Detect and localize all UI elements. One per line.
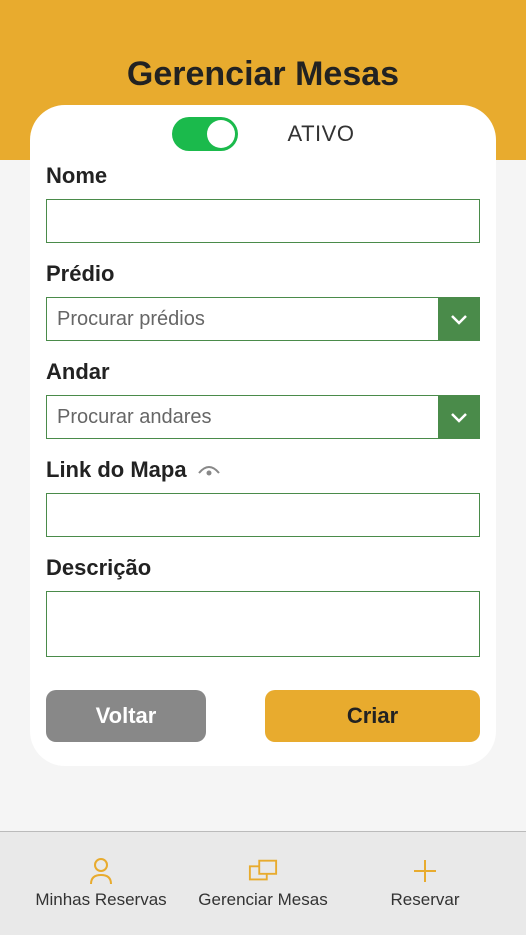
- descricao-label: Descrição: [46, 555, 480, 581]
- toggle-knob: [207, 120, 235, 148]
- person-icon: [86, 856, 116, 886]
- chevron-down-icon: [449, 410, 469, 424]
- nav-gerenciar-mesas[interactable]: Gerenciar Mesas: [182, 856, 344, 910]
- nome-label: Nome: [46, 163, 480, 189]
- predio-dropdown-arrow[interactable]: [438, 297, 480, 341]
- chevron-down-icon: [449, 312, 469, 326]
- page-title: Gerenciar Mesas: [0, 55, 526, 94]
- active-toggle[interactable]: [172, 117, 238, 151]
- create-button[interactable]: Criar: [265, 690, 480, 742]
- nav-minhas-reservas[interactable]: Minhas Reservas: [20, 856, 182, 910]
- eye-icon[interactable]: [197, 461, 221, 479]
- andar-label: Andar: [46, 359, 480, 385]
- nav-reservas-label: Minhas Reservas: [35, 890, 166, 910]
- descricao-field: Descrição: [46, 555, 480, 662]
- back-button[interactable]: Voltar: [46, 690, 206, 742]
- andar-dropdown-arrow[interactable]: [438, 395, 480, 439]
- nav-reservar[interactable]: Reservar: [344, 856, 506, 910]
- desks-icon: [248, 856, 278, 886]
- predio-select[interactable]: Procurar prédios: [46, 297, 480, 341]
- andar-field: Andar Procurar andares: [46, 359, 480, 439]
- link-mapa-input[interactable]: [46, 493, 480, 537]
- bottom-navigation: Minhas Reservas Gerenciar Mesas Reservar: [0, 831, 526, 935]
- descricao-input[interactable]: [46, 591, 480, 657]
- nome-input[interactable]: [46, 199, 480, 243]
- predio-label: Prédio: [46, 261, 480, 287]
- nav-gerenciar-label: Gerenciar Mesas: [198, 890, 327, 910]
- link-mapa-label: Link do Mapa: [46, 457, 480, 483]
- link-mapa-label-text: Link do Mapa: [46, 457, 187, 483]
- link-mapa-field: Link do Mapa: [46, 457, 480, 537]
- active-toggle-row: ATIVO: [46, 117, 480, 151]
- andar-select[interactable]: Procurar andares: [46, 395, 480, 439]
- plus-icon: [410, 856, 440, 886]
- nav-reservar-label: Reservar: [391, 890, 460, 910]
- form-card: ATIVO Nome Prédio Procurar prédios Andar…: [30, 105, 496, 766]
- active-toggle-label: ATIVO: [288, 121, 355, 147]
- predio-field: Prédio Procurar prédios: [46, 261, 480, 341]
- nome-field: Nome: [46, 163, 480, 243]
- andar-select-text: Procurar andares: [46, 395, 438, 439]
- button-row: Voltar Criar: [46, 690, 480, 742]
- predio-select-text: Procurar prédios: [46, 297, 438, 341]
